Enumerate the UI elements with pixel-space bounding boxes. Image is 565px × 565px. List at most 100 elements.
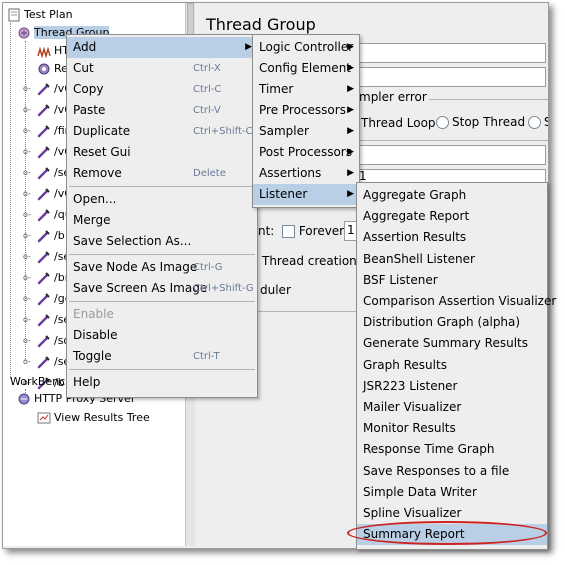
menu-item[interactable]: Merge: [67, 210, 257, 231]
listener-item[interactable]: Mailer Visualizer: [357, 397, 547, 418]
sampler-pipette-icon: [37, 250, 51, 264]
listener-item[interactable]: Response Time Graph: [357, 439, 547, 460]
listener-item[interactable]: Monitor Results: [357, 418, 547, 439]
submenu-item[interactable]: Config Element ▶: [253, 58, 359, 79]
stop-test-radio[interactable]: S: [528, 115, 548, 129]
listener-item-label: BeanShell Listener: [363, 251, 475, 266]
submenu-item[interactable]: Assertions ▶: [253, 163, 359, 184]
scheduler-label[interactable]: duler: [260, 283, 291, 297]
listener-item-label: Simple Data Writer: [363, 484, 477, 499]
listener-item[interactable]: JSR223 Listener: [357, 376, 547, 397]
listener-item[interactable]: BeanShell Listener: [357, 249, 547, 270]
menu-item-label: Toggle: [73, 349, 112, 363]
loop-count-label: nt:: [258, 224, 275, 238]
menu-item[interactable]: Disable: [67, 325, 257, 346]
expand-toggle-icon[interactable]: o-: [23, 332, 31, 345]
tree-node-label: View Results Tree: [54, 411, 150, 424]
thread-loop-radio-label[interactable]: Thread Loop: [361, 116, 436, 130]
listener-item-label: BSF Listener: [363, 272, 438, 287]
menu-item[interactable]: Save Selection As...: [67, 231, 257, 252]
submenu-arrow-icon: ▶: [347, 42, 354, 52]
submenu-item[interactable]: Post Processors ▶: [253, 142, 359, 163]
menu-item[interactable]: Add ▶: [67, 37, 257, 58]
expand-toggle-icon[interactable]: o-: [23, 248, 31, 261]
submenu-item-label: Post Processors: [259, 145, 352, 159]
forever-checkbox[interactable]: Forever: [282, 224, 344, 238]
submenu-item[interactable]: Timer ▶: [253, 79, 359, 100]
listener-item[interactable]: Graph Results: [357, 355, 547, 376]
rampup-value: 1: [359, 169, 367, 183]
menu-item-label: Add: [73, 40, 97, 54]
submenu-item[interactable]: Pre Processors ▶: [253, 100, 359, 121]
forever-checkbox-box[interactable]: [282, 225, 295, 238]
menu-item: Enable: [67, 304, 257, 325]
threads-field[interactable]: [359, 145, 546, 165]
listener-item[interactable]: Aggregate Graph: [357, 185, 547, 206]
expand-toggle-icon[interactable]: o-: [23, 353, 31, 366]
menu-item[interactable]: Help: [67, 372, 257, 393]
comments-field[interactable]: [359, 67, 546, 87]
sampler-pipette-icon: [37, 355, 51, 369]
menu-item[interactable]: Duplicate Ctrl+Shift-C: [67, 121, 257, 142]
submenu-item-label: Assertions: [259, 166, 322, 180]
tree-node[interactable]: o- /b: [23, 227, 65, 245]
tree-node[interactable]: Re: [37, 60, 68, 78]
menu-item[interactable]: Save Screen As Image Ctrl+Shift-G: [67, 278, 257, 299]
submenu-arrow-icon: ▶: [347, 63, 354, 73]
menu-item[interactable]: Paste Ctrl-V: [67, 100, 257, 121]
expand-toggle-icon[interactable]: o-: [23, 164, 31, 177]
tree-node[interactable]: View Results Tree: [37, 409, 150, 427]
listener-item-label: Aggregate Graph: [363, 188, 467, 202]
menu-item[interactable]: Reset Gui: [67, 142, 257, 163]
menu-item[interactable]: Toggle Ctrl-T: [67, 346, 257, 367]
submenu-item[interactable]: Logic Controller ▶: [253, 37, 359, 58]
submenu-arrow-icon: ▶: [347, 126, 354, 136]
listener-item-label: Response Time Graph: [363, 442, 495, 457]
expand-toggle-icon[interactable]: o-: [23, 311, 31, 324]
menu-item-label: Save Node As Image: [73, 260, 198, 274]
stop-test-radio-button[interactable]: [528, 116, 541, 129]
expand-toggle-icon[interactable]: o-: [23, 290, 31, 303]
submenu-item[interactable]: Listener ▶: [253, 184, 359, 205]
menu-item[interactable]: Copy Ctrl-C: [67, 79, 257, 100]
submenu-item-label: Config Element: [259, 61, 351, 75]
listener-item[interactable]: Simple Data Writer: [357, 482, 547, 503]
listener-item[interactable]: Comparison Assertion Visualizer: [357, 291, 556, 312]
stop-thread-radio[interactable]: Stop Thread: [436, 115, 525, 129]
listener-item[interactable]: Distribution Graph (alpha): [357, 312, 547, 333]
name-field[interactable]: [359, 43, 546, 63]
menu-item-label: Duplicate: [73, 124, 131, 138]
tree-node[interactable]: WorkBench: [7, 373, 72, 391]
menu-item-label: Paste: [73, 103, 106, 117]
menu-shortcut: Ctrl+Shift-C: [193, 126, 253, 137]
expand-toggle-icon[interactable]: o-: [23, 122, 31, 135]
listener-item[interactable]: Generate Summary Results: [357, 333, 547, 354]
listener-item[interactable]: Assertion Results: [357, 227, 547, 248]
expand-toggle-icon[interactable]: o-: [23, 143, 31, 156]
listener-item[interactable]: Save Responses to a file: [357, 461, 547, 482]
expand-toggle-icon[interactable]: o-: [23, 206, 31, 219]
expand-toggle-icon[interactable]: o-: [23, 185, 31, 198]
listener-item[interactable]: BSF Listener: [357, 270, 547, 291]
loop-count-value: 1: [347, 223, 355, 237]
listener-item-label: Graph Results: [363, 357, 447, 372]
context-menu: Add ▶ Cut Ctrl-X Copy Ctrl-C Paste Ctrl-V Duplic…: [66, 34, 258, 398]
sampler-error-label: mpler error: [357, 90, 429, 104]
menu-item[interactable]: Cut Ctrl-X: [67, 58, 257, 79]
menu-item[interactable]: Remove Delete: [67, 163, 257, 184]
menu-item[interactable]: Save Node As Image Ctrl-G: [67, 257, 257, 278]
listener-submenu: Aggregate Graph Aggregate Report Assertion…: [356, 182, 556, 550]
expand-toggle-icon[interactable]: o-: [23, 227, 31, 240]
tree-node[interactable]: o-/fir: [23, 122, 69, 140]
menu-item-label: Save Selection As...: [73, 234, 192, 248]
submenu-item[interactable]: Sampler ▶: [253, 121, 359, 142]
menu-item[interactable]: Open...: [67, 189, 257, 210]
stop-thread-radio-button[interactable]: [436, 116, 449, 129]
expand-toggle-icon[interactable]: o-: [23, 101, 31, 114]
tree-node[interactable]: Test Plan: [7, 6, 73, 24]
expand-toggle-icon[interactable]: o-: [23, 269, 31, 282]
expand-toggle-icon[interactable]: o-: [23, 80, 31, 93]
listener-item-label: JSR223 Listener: [363, 378, 458, 393]
listener-item[interactable]: Aggregate Report: [357, 206, 547, 227]
submenu-arrow-icon: ▶: [347, 189, 354, 199]
